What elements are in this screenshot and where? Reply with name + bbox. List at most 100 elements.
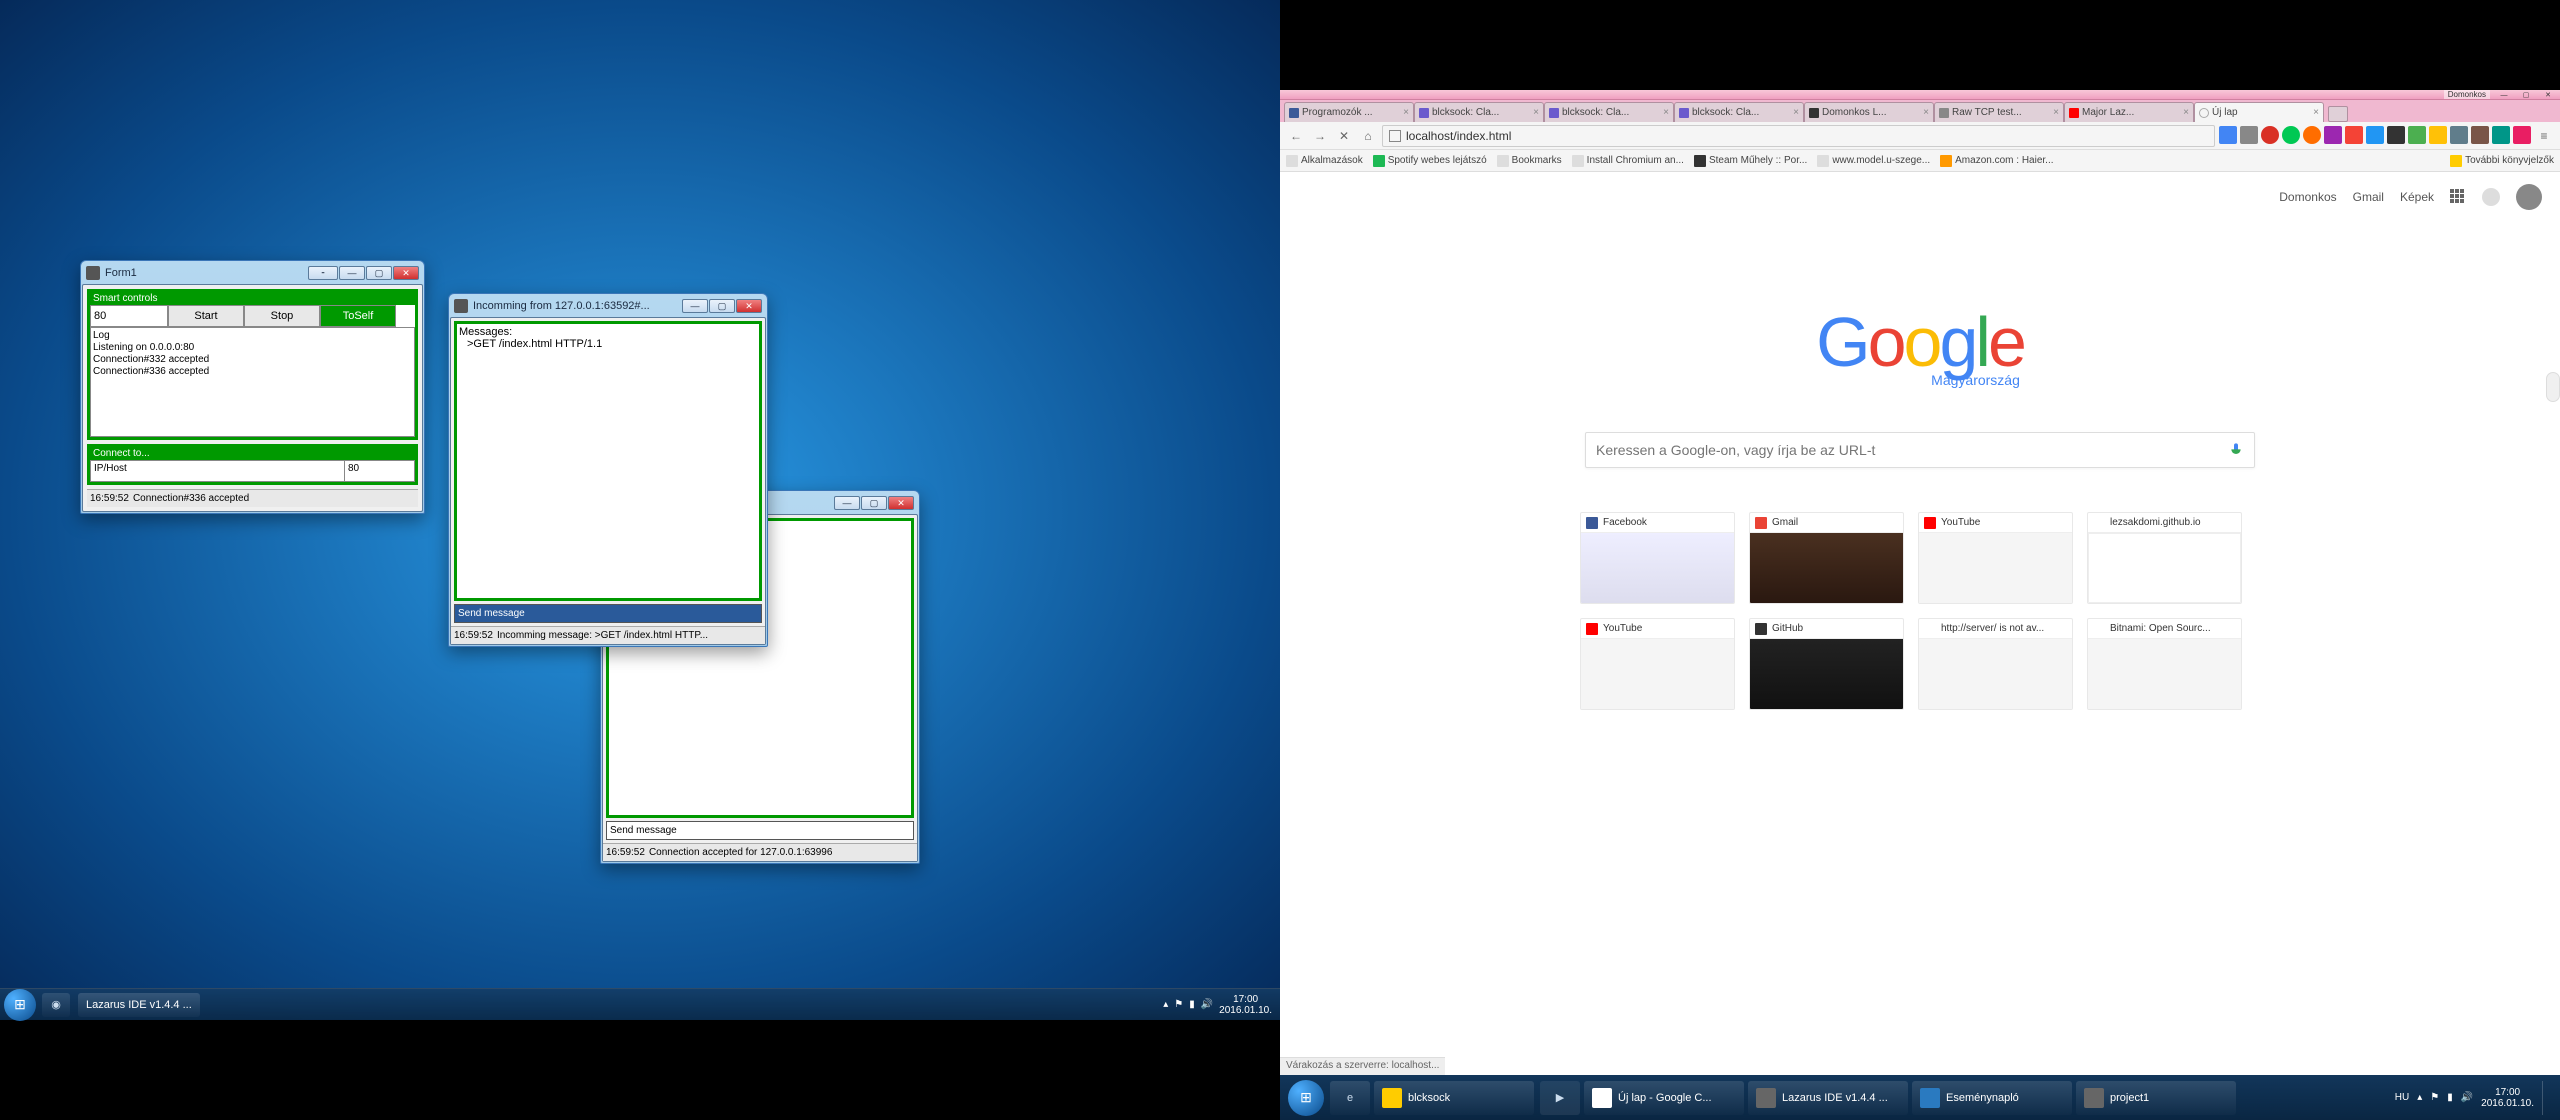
tab-close-icon[interactable]: × <box>1923 107 1929 118</box>
network-icon[interactable]: ▮ <box>1189 999 1195 1010</box>
bookmark-item[interactable]: Install Chromium an... <box>1572 155 1684 167</box>
home-button[interactable]: ⌂ <box>1358 126 1378 146</box>
extension-icon[interactable] <box>2219 126 2237 144</box>
minimize-button[interactable]: — <box>834 496 860 510</box>
google-apps-icon[interactable] <box>2450 189 2466 205</box>
taskbar-item[interactable]: blcksock <box>1374 1081 1534 1115</box>
chrome-window[interactable]: Domonkos — ▢ ✕ Programozók ...× blcksock… <box>1280 90 2560 1075</box>
user-name-link[interactable]: Domonkos <box>2279 190 2336 204</box>
tile[interactable]: Bitnami: Open Sourc... <box>2087 618 2242 710</box>
tab-close-icon[interactable]: × <box>1663 107 1669 118</box>
stop-button[interactable]: ✕ <box>1334 126 1354 146</box>
back-button[interactable]: ← <box>1286 126 1306 146</box>
network-icon[interactable]: ▮ <box>2447 1092 2453 1103</box>
port-input[interactable] <box>90 305 168 327</box>
taskbar-right[interactable]: ⊞ e blcksock ▶ Új lap - Google C... Laza… <box>1280 1075 2560 1120</box>
close-button[interactable]: ✕ <box>888 496 914 510</box>
taskbar-item-lazarus[interactable]: Lazarus IDE v1.4.4 ... <box>78 993 200 1017</box>
mic-icon[interactable] <box>2228 440 2244 460</box>
show-desktop-button[interactable] <box>2542 1081 2550 1115</box>
start-button[interactable]: Start <box>168 305 244 327</box>
bookmark-item[interactable]: www.model.u-szege... <box>1817 155 1930 167</box>
scroll-arrow-icon[interactable] <box>2546 372 2560 402</box>
port-input[interactable]: 80 <box>345 460 415 482</box>
tab[interactable]: blcksock: Cla...× <box>1674 102 1804 122</box>
ip-input[interactable]: IP/Host <box>90 460 345 482</box>
tab[interactable]: blcksock: Cla...× <box>1544 102 1674 122</box>
extension-icon[interactable] <box>2240 126 2258 144</box>
extension-icon[interactable] <box>2513 126 2531 144</box>
help-button[interactable]: ⁃ <box>308 266 338 280</box>
taskbar-item-media[interactable]: ▶ <box>1540 1081 1580 1115</box>
bookmark-bar[interactable]: Alkalmazások Spotify webes lejátszó Book… <box>1280 150 2560 172</box>
pinned-ie[interactable]: e <box>1330 1081 1370 1115</box>
taskbar-item[interactable]: project1 <box>2076 1081 2236 1115</box>
extension-icon[interactable] <box>2282 126 2300 144</box>
maximize-button[interactable]: ▢ <box>366 266 392 280</box>
maximize-button[interactable]: ▢ <box>861 496 887 510</box>
minimize-button[interactable]: — <box>2494 90 2514 100</box>
close-button[interactable]: ✕ <box>2538 90 2558 100</box>
search-box[interactable] <box>1585 432 2255 468</box>
bookmark-item[interactable]: Steam Műhely :: Por... <box>1694 155 1807 167</box>
tray-arrow-icon[interactable]: ▴ <box>2417 1092 2422 1103</box>
chrome-titlebar[interactable]: Domonkos — ▢ ✕ <box>1280 90 2560 100</box>
send-button[interactable]: Send message <box>606 821 914 840</box>
extension-icon[interactable] <box>2345 126 2363 144</box>
window-incoming[interactable]: Incomming from 127.0.0.1:63592#... — ▢ ✕… <box>448 293 768 647</box>
tab-close-icon[interactable]: × <box>2183 107 2189 118</box>
language-indicator[interactable]: HU <box>2395 1092 2409 1103</box>
tab-close-icon[interactable]: × <box>2053 107 2059 118</box>
extension-icon[interactable] <box>2387 126 2405 144</box>
other-bookmarks[interactable]: További könyvjelzők <box>2450 155 2554 167</box>
toself-button[interactable]: ToSelf <box>320 305 396 327</box>
tab-close-icon[interactable]: × <box>1533 107 1539 118</box>
tile[interactable]: GitHub <box>1749 618 1904 710</box>
search-input[interactable] <box>1596 442 2228 458</box>
maximize-button[interactable]: ▢ <box>709 299 735 313</box>
tab[interactable]: Domonkos L...× <box>1804 102 1934 122</box>
extension-icon[interactable] <box>2471 126 2489 144</box>
adblock-icon[interactable] <box>2261 126 2279 144</box>
bookmark-item[interactable]: Bookmarks <box>1497 155 1562 167</box>
gmail-link[interactable]: Gmail <box>2353 190 2384 204</box>
tab[interactable]: Programozók ...× <box>1284 102 1414 122</box>
extension-icon[interactable] <box>2492 126 2510 144</box>
volume-icon[interactable]: 🔊 <box>2461 1092 2473 1103</box>
new-tab-button[interactable] <box>2328 106 2348 122</box>
extension-icon[interactable] <box>2366 126 2384 144</box>
minimize-button[interactable]: — <box>339 266 365 280</box>
start-button[interactable]: ⊞ <box>1288 1080 1324 1116</box>
stop-button[interactable]: Stop <box>244 305 320 327</box>
apps-shortcut[interactable]: Alkalmazások <box>1286 155 1363 167</box>
close-button[interactable]: ✕ <box>393 266 419 280</box>
extension-icon[interactable] <box>2408 126 2426 144</box>
tile[interactable]: lezsakdomi.github.io <box>2087 512 2242 604</box>
tab[interactable]: blcksock: Cla...× <box>1414 102 1544 122</box>
tile[interactable]: http://server/ is not av... <box>1918 618 2073 710</box>
pinned-app[interactable]: ◉ <box>42 993 70 1017</box>
tab[interactable]: Major Laz...× <box>2064 102 2194 122</box>
extension-icon[interactable] <box>2429 126 2447 144</box>
taskbar-item[interactable]: Új lap - Google C... <box>1584 1081 1744 1115</box>
bookmark-item[interactable]: Spotify webes lejátszó <box>1373 155 1487 167</box>
window-form1[interactable]: Form1 ⁃ — ▢ ✕ Smart controls Start Stop … <box>80 260 425 514</box>
titlebar[interactable]: Form1 ⁃ — ▢ ✕ <box>82 262 423 284</box>
tab[interactable]: Raw TCP test...× <box>1934 102 2064 122</box>
taskbar-item[interactable]: Eseménynapló <box>1912 1081 2072 1115</box>
tab-active[interactable]: Új lap× <box>2194 102 2324 122</box>
minimize-button[interactable]: — <box>682 299 708 313</box>
bookmark-item[interactable]: Amazon.com : Haier... <box>1940 155 2053 167</box>
flag-icon[interactable]: ⚑ <box>1174 999 1183 1010</box>
system-tray[interactable]: ▴ ⚑ ▮ 🔊 17:00 2016.01.10. <box>1163 994 1280 1016</box>
avatar[interactable] <box>2516 184 2542 210</box>
address-bar[interactable]: localhost/index.html <box>1382 125 2215 147</box>
volume-icon[interactable]: 🔊 <box>1201 999 1213 1010</box>
tab-close-icon[interactable]: × <box>1793 107 1799 118</box>
start-button[interactable]: ⊞ <box>4 989 36 1021</box>
extension-icon[interactable] <box>2450 126 2468 144</box>
forward-button[interactable]: → <box>1310 126 1330 146</box>
tile[interactable]: Facebook <box>1580 512 1735 604</box>
maximize-button[interactable]: ▢ <box>2516 90 2536 100</box>
send-button[interactable]: Send message <box>454 604 762 623</box>
